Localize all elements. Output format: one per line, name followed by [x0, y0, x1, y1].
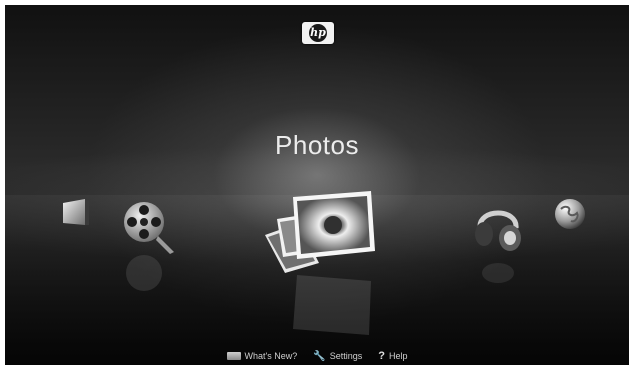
help-link[interactable]: ? Help — [378, 350, 407, 362]
whats-new-label: What's New? — [244, 351, 298, 361]
wrench-icon: 🔧 — [313, 350, 326, 362]
photos-reflection — [291, 275, 371, 335]
help-icon: ? — [378, 350, 385, 362]
globe-icon[interactable] — [553, 197, 587, 231]
headphones-icon[interactable] — [472, 198, 524, 254]
hp-logo: hp — [302, 22, 334, 44]
film-reel-reflection — [122, 255, 178, 295]
help-label: Help — [388, 351, 408, 361]
hp-logo-text: hp — [309, 24, 327, 42]
envelope-icon — [226, 352, 241, 360]
tv-icon[interactable] — [57, 195, 93, 231]
photos-icon[interactable] — [259, 189, 381, 275]
whats-new-link[interactable]: What's New? — [226, 351, 298, 361]
page-title: Photos — [275, 130, 359, 160]
footer-bar: What's New? 🔧 Settings ? Help — [5, 347, 629, 365]
settings-label: Settings — [329, 351, 363, 361]
media-center-screen: hp Photos What's New? 🔧 Settings ? Help — [5, 5, 629, 365]
film-reel-icon[interactable] — [122, 200, 178, 256]
settings-link[interactable]: 🔧 Settings — [313, 351, 362, 362]
headphones-reflection — [478, 255, 518, 285]
